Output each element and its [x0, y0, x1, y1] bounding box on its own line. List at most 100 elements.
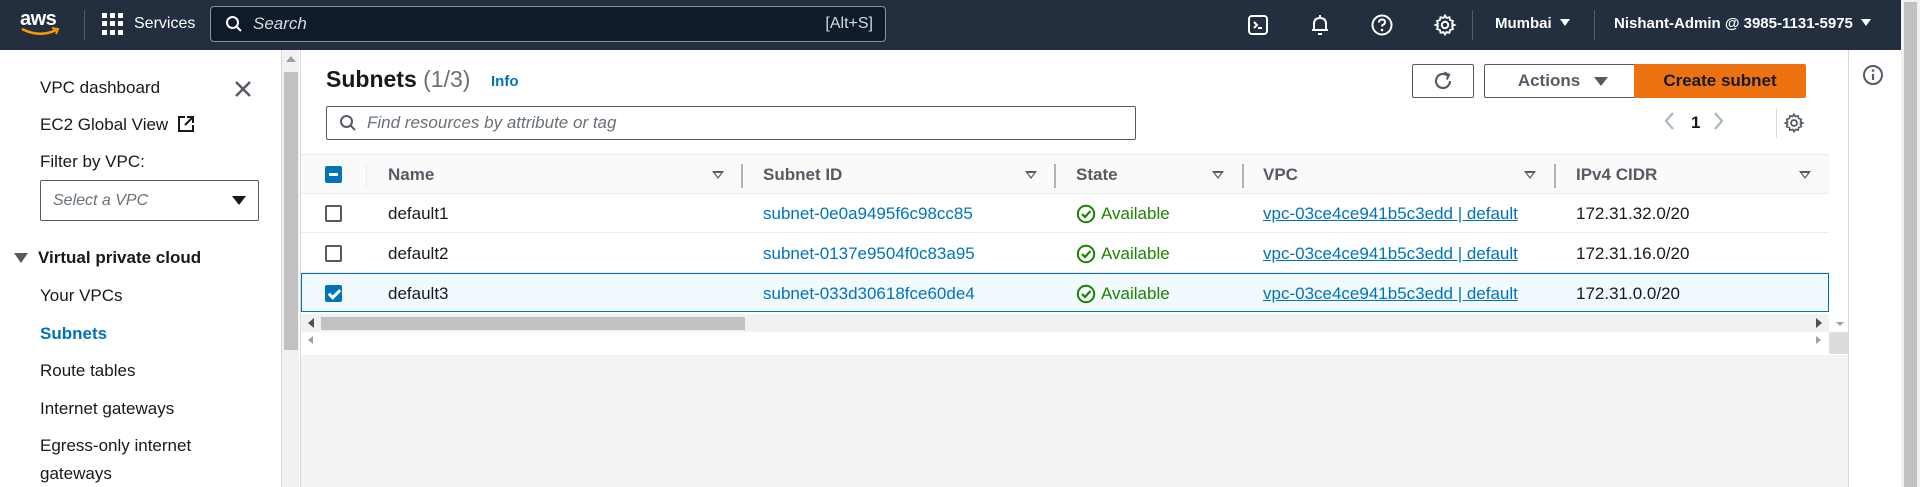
sidebar-item-your-vpcs[interactable]: Your VPCs [40, 286, 123, 306]
column-divider[interactable] [1554, 164, 1556, 188]
table-row[interactable]: default2 subnet-0137e9504f0c83a95 Availa… [301, 234, 1829, 273]
scrollbar-corner [1829, 332, 1849, 354]
next-page-icon[interactable] [1712, 110, 1726, 132]
status-text: Available [1101, 244, 1170, 263]
nav-divider [84, 10, 85, 40]
global-search-input[interactable] [253, 14, 826, 34]
cell-name: default2 [388, 244, 449, 263]
row-checkbox-checked[interactable] [325, 285, 342, 302]
sidebar-item-route-tables[interactable]: Route tables [40, 361, 135, 381]
sidebar-item-ec2-global-view[interactable]: EC2 Global View [40, 115, 195, 135]
global-search-bar[interactable]: [Alt+S] [210, 6, 886, 42]
sidebar-scrollbar[interactable] [281, 50, 299, 487]
account-menu[interactable]: Nishant-Admin @ 3985-1131-5975 [1614, 15, 1871, 32]
scroll-down-arrow-icon[interactable] [1831, 314, 1849, 334]
table-horizontal-scrollbar[interactable] [301, 314, 1829, 332]
sidebar-item-egress-only-internet-gateways[interactable]: Egress-only internet [40, 436, 191, 456]
scrollbar-thumb[interactable] [1904, 2, 1917, 487]
column-header-name[interactable]: Name [388, 155, 434, 195]
column-header-subnet-id[interactable]: Subnet ID [763, 155, 842, 195]
row-checkbox[interactable] [325, 245, 342, 262]
cell-vpc-link[interactable]: vpc-03ce4ce941b5c3edd | default [1263, 284, 1518, 304]
resource-filter-bar[interactable] [326, 106, 1136, 140]
caret-down-icon [14, 253, 28, 263]
close-icon[interactable] [232, 78, 254, 100]
status-text: Available [1101, 284, 1170, 303]
actions-dropdown-button[interactable]: Actions [1484, 64, 1642, 98]
table-row[interactable]: default1 subnet-0e0a9495f6c98cc85 Availa… [301, 194, 1829, 233]
top-navigation: aws Services [Alt+S] [0, 0, 1920, 50]
cell-ipv4-cidr: 172.31.32.0/20 [1576, 204, 1690, 223]
table-preferences-gear-icon[interactable] [1783, 112, 1805, 134]
select-all-checkbox[interactable] [325, 166, 342, 183]
cloudshell-icon[interactable] [1246, 13, 1270, 37]
page-vertical-scrollbar[interactable] [1901, 0, 1920, 487]
settings-gear-icon[interactable] [1433, 13, 1457, 37]
scrollbar-thumb[interactable] [321, 317, 745, 330]
refresh-button[interactable] [1412, 64, 1474, 98]
scroll-up-arrow-icon[interactable] [286, 56, 296, 62]
scroll-left-arrow-icon[interactable] [308, 336, 313, 344]
status-text: Available [1101, 204, 1170, 223]
sidebar-item-egress-only-internet-gateways-cont[interactable]: gateways [40, 464, 112, 484]
selection-count: (1/3) [423, 66, 471, 92]
panel-title-text: Subnets [326, 66, 417, 92]
resource-filter-input[interactable] [367, 113, 1135, 133]
cell-subnet-id-link[interactable]: subnet-0137e9504f0c83a95 [763, 244, 975, 264]
sort-caret-icon[interactable] [712, 171, 724, 179]
info-link[interactable]: Info [491, 73, 519, 90]
vpc-filter-select[interactable]: Select a VPC [40, 180, 259, 221]
cell-ipv4-cidr: 172.31.0.0/20 [1576, 284, 1680, 303]
scroll-right-arrow-icon[interactable] [1816, 318, 1822, 328]
column-divider[interactable] [1242, 164, 1244, 188]
sidebar-item-internet-gateways[interactable]: Internet gateways [40, 399, 174, 419]
sort-caret-icon[interactable] [1212, 171, 1224, 179]
cell-name: default3 [388, 284, 449, 303]
table-row-selected[interactable]: default3 subnet-033d30618fce60de4 Availa… [301, 273, 1829, 312]
status-available-icon [1076, 244, 1096, 264]
cell-vpc-link[interactable]: vpc-03ce4ce941b5c3edd | default [1263, 244, 1518, 264]
scroll-left-arrow-icon[interactable] [308, 318, 314, 328]
column-header-vpc[interactable]: VPC [1263, 155, 1298, 195]
cell-subnet-id-link[interactable]: subnet-033d30618fce60de4 [763, 284, 975, 304]
column-divider [366, 164, 367, 188]
region-selector[interactable]: Mumbai [1495, 15, 1570, 32]
chevron-down-icon [1860, 19, 1871, 26]
scrollbar-thumb[interactable] [284, 72, 298, 350]
column-header-ipv4-cidr[interactable]: IPv4 CIDR [1576, 155, 1657, 195]
aws-logo-text: aws [20, 8, 57, 30]
sort-caret-icon[interactable] [1025, 171, 1037, 179]
nav-divider [1472, 10, 1473, 40]
nav-divider [1594, 10, 1595, 40]
previous-page-icon[interactable] [1662, 110, 1676, 132]
cell-vpc-link[interactable]: vpc-03ce4ce941b5c3edd | default [1263, 204, 1518, 224]
actions-label: Actions [1517, 71, 1581, 90]
page-number[interactable]: 1 [1691, 113, 1700, 133]
sidebar-item-label: EC2 Global View [40, 115, 169, 134]
aws-logo[interactable]: aws [20, 9, 62, 41]
column-header-state[interactable]: State [1076, 155, 1118, 195]
refresh-icon [1434, 71, 1452, 90]
subnets-panel: Subnets (1/3) Info Actions Create subnet [301, 50, 1849, 355]
sidebar-item-subnets[interactable]: Subnets [40, 324, 107, 344]
column-divider[interactable] [741, 164, 743, 188]
notifications-bell-icon[interactable] [1308, 13, 1332, 37]
services-menu-button[interactable]: Services [102, 13, 195, 35]
table-header: Name Subnet ID State VPC IPv4 CIDR [301, 154, 1829, 194]
scroll-right-arrow-icon[interactable] [1816, 336, 1821, 344]
info-panel-icon[interactable] [1862, 64, 1884, 86]
status-available-icon [1076, 284, 1096, 304]
cell-state: Available [1076, 284, 1170, 304]
column-divider[interactable] [1054, 164, 1056, 188]
create-subnet-button[interactable]: Create subnet [1634, 64, 1806, 98]
cell-subnet-id-link[interactable]: subnet-0e0a9495f6c98cc85 [763, 204, 973, 224]
sort-caret-icon[interactable] [1524, 171, 1536, 179]
panel-horizontal-scrollbar[interactable] [301, 332, 1849, 354]
section-virtual-private-cloud[interactable]: Virtual private cloud [14, 248, 201, 268]
sort-caret-icon[interactable] [1799, 171, 1811, 179]
external-link-icon [177, 116, 194, 132]
services-label: Services [134, 15, 196, 32]
row-checkbox[interactable] [325, 205, 342, 222]
help-icon[interactable] [1370, 13, 1394, 37]
sidebar-item-vpc-dashboard[interactable]: VPC dashboard [40, 78, 160, 98]
